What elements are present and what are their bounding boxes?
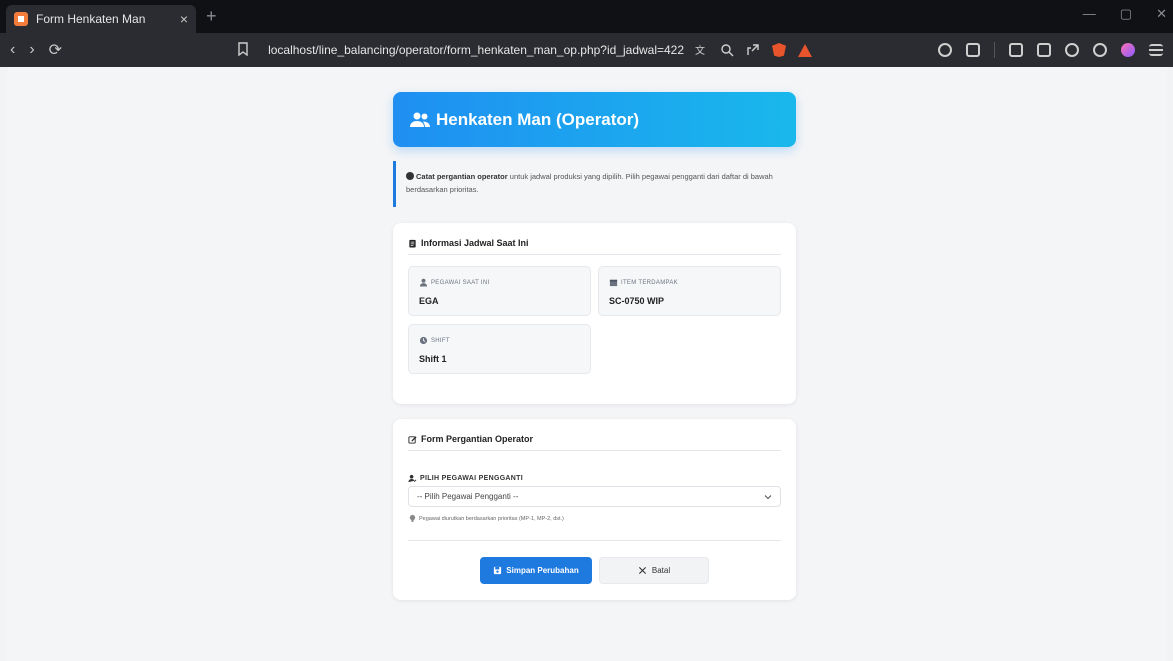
current-employee-box: PEGAWAI SAAT INI EGA: [408, 266, 591, 316]
page-content: Henkaten Man (Operator) Catat pergantian…: [7, 67, 1167, 661]
replacement-field-label-text: PILIH PEGAWAI PENGGANTI: [420, 475, 523, 482]
sidebar-icon[interactable]: [1009, 43, 1023, 57]
menu-icon[interactable]: [1149, 44, 1163, 56]
select-value: -- Pilih Pegawai Pengganti --: [417, 492, 519, 501]
form-divider: [408, 540, 781, 541]
window-controls: — ▢ ✕: [1083, 6, 1167, 22]
replacement-form-card: Form Pergantian Operator PILIH PEGAWAI P…: [393, 419, 796, 600]
current-employee-label: PEGAWAI SAAT INI: [419, 278, 590, 287]
priority-hint-text: Pegawai diurutkan berdasarkan prioritas …: [419, 515, 564, 522]
translate-icon[interactable]: 文: [694, 43, 708, 57]
lightbulb-icon: [409, 514, 416, 522]
replacement-form-title-text: Form Pergantian Operator: [421, 434, 534, 444]
page-header-banner: Henkaten Man (Operator): [393, 92, 796, 147]
affected-item-value: SC-0750 WIP: [609, 296, 665, 306]
tab-close-icon[interactable]: ×: [180, 11, 188, 27]
favorites-icon[interactable]: [1065, 43, 1079, 57]
close-window-button[interactable]: ✕: [1156, 6, 1167, 22]
affected-item-label: ITEM TERDAMPAK: [609, 278, 780, 287]
save-changes-button[interactable]: Simpan Perubahan: [480, 557, 592, 584]
maximize-button[interactable]: ▢: [1120, 6, 1132, 22]
leo-ai-icon[interactable]: [1121, 43, 1135, 57]
reading-list-icon[interactable]: [966, 43, 980, 57]
browser-tabbar: Form Henkaten Man × + — ▢ ✕: [0, 0, 1173, 33]
shift-value: Shift 1: [419, 354, 447, 364]
zoom-icon[interactable]: [720, 43, 734, 57]
shift-label: SHIFT: [419, 336, 590, 345]
affected-item-box: ITEM TERDAMPAK SC-0750 WIP: [598, 266, 781, 316]
alert-bold-text: Catat pergantian operator: [416, 172, 508, 181]
user-edit-icon: [408, 474, 417, 483]
user-icon: [419, 278, 428, 287]
replacement-employee-select[interactable]: -- Pilih Pegawai Pengganti --: [408, 486, 781, 507]
cancel-button[interactable]: Batal: [599, 557, 709, 584]
replacement-form-title: Form Pergantian Operator: [408, 434, 781, 451]
tab-title: Form Henkaten Man: [36, 12, 146, 26]
toolbar-right-icons: [938, 42, 1163, 58]
share-icon[interactable]: [746, 43, 760, 57]
save-changes-label: Simpan Perubahan: [506, 566, 579, 575]
edit-icon: [408, 435, 417, 444]
clock-icon: [419, 336, 428, 345]
schedule-info-title: Informasi Jadwal Saat Ini: [408, 238, 781, 255]
box-icon: [609, 279, 618, 287]
xampp-favicon-icon: [14, 12, 28, 26]
toolbar-divider: [994, 42, 995, 58]
brave-rewards-icon[interactable]: [798, 43, 813, 57]
priority-hint: Pegawai diurutkan berdasarkan prioritas …: [408, 514, 564, 523]
current-employee-value: EGA: [419, 296, 439, 306]
address-bar-icons: 文: [694, 43, 813, 57]
save-icon: [494, 566, 502, 575]
clipboard-icon: [409, 239, 416, 248]
browser-tab[interactable]: Form Henkaten Man ×: [6, 5, 196, 33]
shift-box: SHIFT Shift 1: [408, 324, 591, 374]
info-circle-icon: [406, 172, 414, 180]
back-button[interactable]: ‹: [10, 41, 15, 59]
shift-label-text: SHIFT: [431, 337, 450, 344]
cancel-label: Batal: [651, 566, 671, 575]
replacement-field-label: PILIH PEGAWAI PENGGANTI: [408, 474, 523, 483]
brave-shields-icon[interactable]: [772, 43, 787, 57]
vpn-icon[interactable]: [1093, 43, 1107, 57]
chevron-down-icon: [764, 494, 772, 499]
affected-item-label-text: ITEM TERDAMPAK: [621, 279, 678, 286]
browser-toolbar: ‹ › ⟳ localhost/line_balancing/operator/…: [0, 33, 1173, 67]
svg-text:文: 文: [695, 44, 705, 57]
close-icon: [638, 566, 646, 575]
schedule-info-card: Informasi Jadwal Saat Ini PEGAWAI SAAT I…: [393, 223, 796, 404]
users-icon: [410, 112, 430, 127]
current-employee-label-text: PEGAWAI SAAT INI: [431, 279, 490, 286]
reload-button[interactable]: ⟳: [49, 40, 62, 60]
new-tab-button[interactable]: +: [206, 6, 217, 27]
page-title: Henkaten Man (Operator): [436, 109, 640, 129]
minimize-button[interactable]: —: [1083, 6, 1096, 22]
address-bar[interactable]: localhost/line_balancing/operator/form_h…: [258, 38, 813, 62]
wallet-icon[interactable]: [1037, 43, 1051, 57]
extensions-icon[interactable]: [938, 43, 952, 57]
schedule-info-title-text: Informasi Jadwal Saat Ini: [421, 238, 529, 248]
bookmark-icon[interactable]: [236, 41, 250, 59]
url-text[interactable]: localhost/line_balancing/operator/form_h…: [268, 43, 684, 57]
info-alert: Catat pergantian operator untuk jadwal p…: [393, 161, 796, 207]
forward-button[interactable]: ›: [29, 41, 34, 59]
